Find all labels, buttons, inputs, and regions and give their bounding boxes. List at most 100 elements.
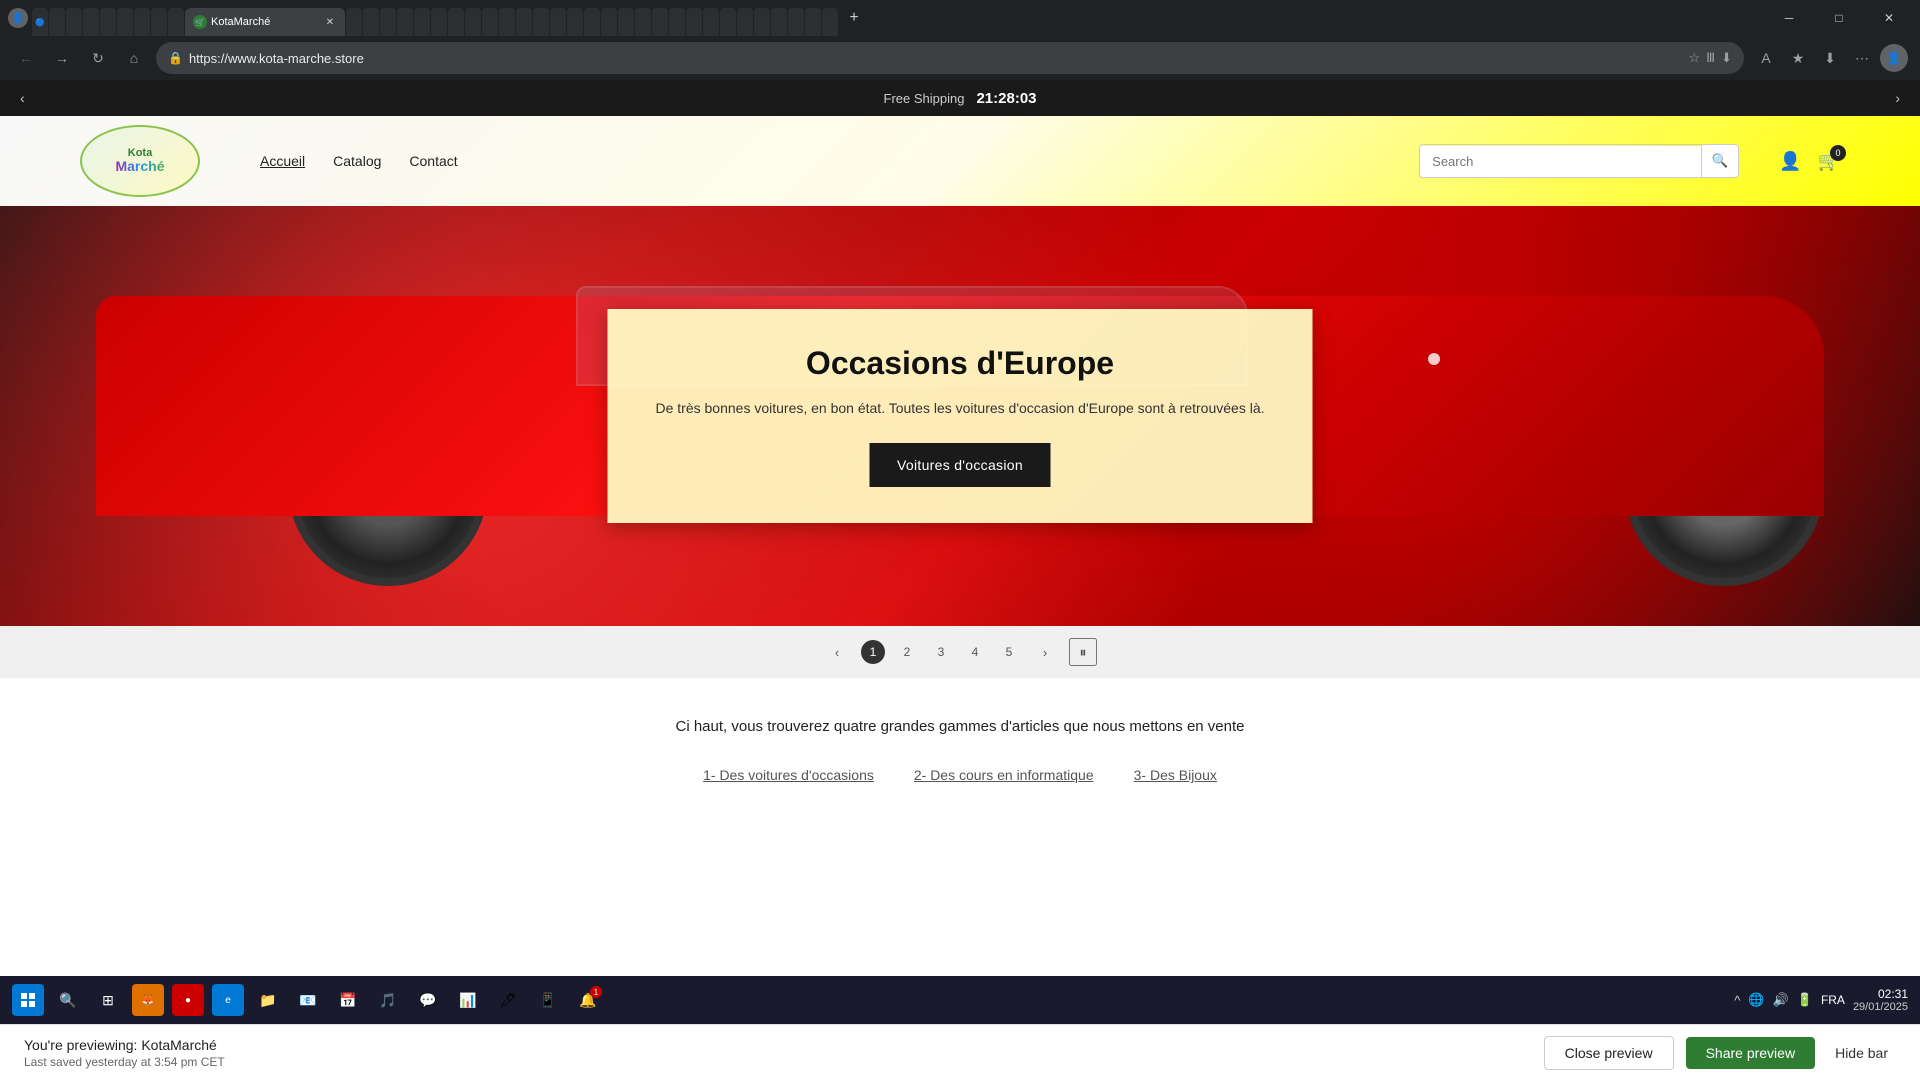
pagination-dot-2[interactable]: 2: [895, 640, 919, 664]
taskbar-app-7[interactable]: 💬: [412, 984, 444, 1016]
start-button[interactable]: [12, 984, 44, 1016]
tab-mini[interactable]: [703, 8, 719, 36]
favorites-icon[interactable]: ★: [1784, 44, 1812, 72]
taskbar-app-10[interactable]: 📱: [532, 984, 564, 1016]
search-button[interactable]: 🔍: [1701, 145, 1739, 177]
back-button[interactable]: ←: [12, 44, 40, 72]
taskbar-app-9[interactable]: 🖊: [492, 984, 524, 1016]
pagination-dot-5[interactable]: 5: [997, 640, 1021, 664]
minimize-button[interactable]: ─: [1766, 2, 1812, 34]
tab-mini[interactable]: [499, 8, 515, 36]
task-view-icon[interactable]: ⊞: [92, 984, 124, 1016]
profile-icon[interactable]: 👤: [8, 8, 28, 28]
tab-mini[interactable]: [431, 8, 447, 36]
read-mode-icon[interactable]: Ⅲ: [1706, 50, 1715, 66]
tab-mini[interactable]: [618, 8, 634, 36]
tab-mini[interactable]: [601, 8, 617, 36]
announcement-prev-button[interactable]: ‹: [8, 86, 37, 110]
systray-expand-icon[interactable]: ^: [1734, 993, 1740, 1008]
maximize-button[interactable]: □: [1816, 2, 1862, 34]
profile-button[interactable]: 👤: [1880, 44, 1908, 72]
bookmark-star-icon[interactable]: ☆: [1688, 50, 1700, 66]
tab-mini[interactable]: [516, 8, 532, 36]
taskbar-clock[interactable]: 02:31 29/01/2025: [1853, 987, 1908, 1013]
language-indicator[interactable]: FRA: [1821, 993, 1845, 1007]
tab-mini[interactable]: [49, 8, 65, 36]
taskbar-app-1[interactable]: 🦊: [132, 984, 164, 1016]
taskbar-app-4[interactable]: 📧: [292, 984, 324, 1016]
tab-mini[interactable]: [822, 8, 838, 36]
tab-mini[interactable]: 🔵: [32, 8, 48, 36]
pagination-dot-4[interactable]: 4: [963, 640, 987, 664]
tab-mini[interactable]: [737, 8, 753, 36]
tab-mini[interactable]: [652, 8, 668, 36]
announcement-next-button[interactable]: ›: [1883, 86, 1912, 110]
tab-mini[interactable]: [100, 8, 116, 36]
nav-contact[interactable]: Contact: [409, 153, 457, 169]
pagination-dot-1[interactable]: 1: [861, 640, 885, 664]
translate-icon[interactable]: A: [1752, 44, 1780, 72]
search-input[interactable]: [1420, 146, 1700, 177]
active-tab[interactable]: 🛒 KotaMarché ✕: [185, 8, 345, 36]
settings-icon[interactable]: ⋯: [1848, 44, 1876, 72]
tab-mini[interactable]: [346, 8, 362, 36]
tab-mini[interactable]: [414, 8, 430, 36]
tab-mini[interactable]: [83, 8, 99, 36]
tab-mini[interactable]: [117, 8, 133, 36]
pagination-next-button[interactable]: ›: [1031, 638, 1059, 666]
tab-mini[interactable]: [550, 8, 566, 36]
nav-catalog[interactable]: Catalog: [333, 153, 381, 169]
logo[interactable]: Kota Marché: [80, 125, 200, 197]
tab-mini[interactable]: [669, 8, 685, 36]
pagination-dot-3[interactable]: 3: [929, 640, 953, 664]
tab-mini[interactable]: [686, 8, 702, 36]
tab-mini[interactable]: [567, 8, 583, 36]
share-preview-button[interactable]: Share preview: [1686, 1037, 1816, 1069]
tab-mini[interactable]: [482, 8, 498, 36]
url-bar[interactable]: 🔒 https://www.kota-marche.store ☆ Ⅲ ⬇: [156, 42, 1744, 74]
taskbar-app-2[interactable]: ●: [172, 984, 204, 1016]
home-button[interactable]: ⌂: [120, 44, 148, 72]
forward-button[interactable]: →: [48, 44, 76, 72]
download-icon[interactable]: ⬇: [1721, 50, 1732, 66]
hide-bar-button[interactable]: Hide bar: [1827, 1037, 1896, 1069]
tab-mini[interactable]: [448, 8, 464, 36]
taskbar-app-5[interactable]: 📅: [332, 984, 364, 1016]
tab-mini[interactable]: [533, 8, 549, 36]
taskbar-app-3[interactable]: 📁: [252, 984, 284, 1016]
tab-mini[interactable]: [380, 8, 396, 36]
new-tab-button[interactable]: +: [842, 6, 866, 30]
close-button[interactable]: ✕: [1866, 2, 1912, 34]
tab-mini[interactable]: [168, 8, 184, 36]
tab-mini[interactable]: [754, 8, 770, 36]
account-icon[interactable]: 👤: [1779, 151, 1801, 172]
tab-mini[interactable]: [720, 8, 736, 36]
taskbar-edge-icon[interactable]: e: [212, 984, 244, 1016]
taskbar-notification-icon[interactable]: 🔔 1: [572, 984, 604, 1016]
pause-button[interactable]: ⏸: [1069, 638, 1097, 666]
search-taskbar-icon[interactable]: 🔍: [52, 984, 84, 1016]
reload-button[interactable]: ↻: [84, 44, 112, 72]
tab-mini[interactable]: [134, 8, 150, 36]
hero-cta-button[interactable]: Voitures d'occasion: [869, 443, 1051, 487]
close-preview-button[interactable]: Close preview: [1544, 1036, 1674, 1070]
tab-mini[interactable]: [635, 8, 651, 36]
pagination-prev-button[interactable]: ‹: [823, 638, 851, 666]
collections-icon[interactable]: ⬇: [1816, 44, 1844, 72]
tab-mini[interactable]: [465, 8, 481, 36]
tab-mini[interactable]: [397, 8, 413, 36]
taskbar-app-8[interactable]: 📊: [452, 984, 484, 1016]
tab-mini[interactable]: [788, 8, 804, 36]
category-link-2[interactable]: 3- Des Bijoux: [1134, 767, 1217, 783]
tab-mini[interactable]: [584, 8, 600, 36]
systray-battery-icon[interactable]: 🔋: [1797, 992, 1813, 1008]
category-link-0[interactable]: 1- Des voitures d'occasions: [703, 767, 874, 783]
systray-volume-icon[interactable]: 🔊: [1773, 992, 1789, 1008]
tab-close-btn[interactable]: ✕: [323, 15, 337, 29]
tab-mini[interactable]: [771, 8, 787, 36]
systray-network-icon[interactable]: 🌐: [1748, 992, 1764, 1008]
taskbar-app-6[interactable]: 🎵: [372, 984, 404, 1016]
nav-accueil[interactable]: Accueil: [260, 153, 305, 169]
tab-mini[interactable]: [151, 8, 167, 36]
tab-mini[interactable]: [363, 8, 379, 36]
